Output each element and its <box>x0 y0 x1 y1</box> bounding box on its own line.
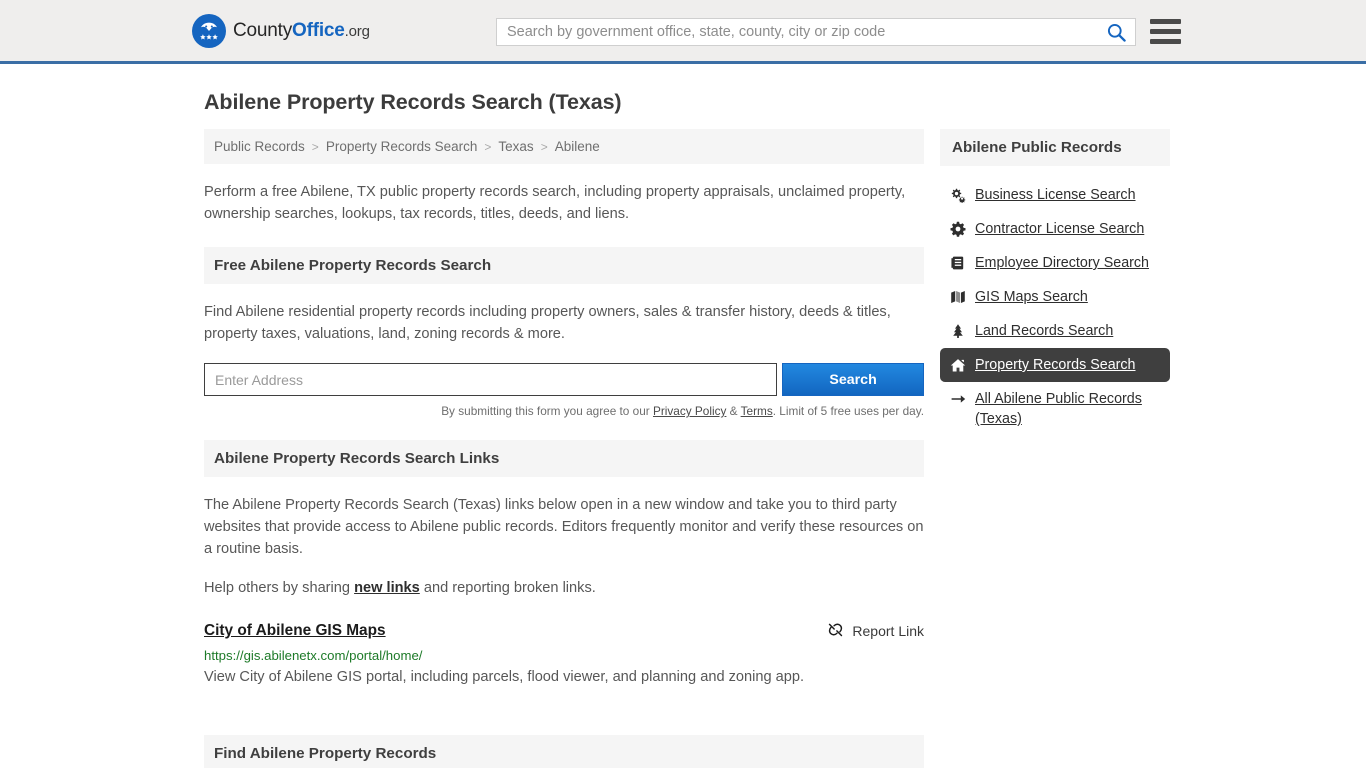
hamburger-bar <box>1150 39 1181 44</box>
help-suffix: and reporting broken links. <box>419 580 596 596</box>
site-logo[interactable]: CountyOffice.org <box>192 13 370 48</box>
home-icon <box>950 355 966 374</box>
link-result-url: https://gis.abilenetx.com/portal/home/ <box>204 648 423 663</box>
search-icon[interactable] <box>1107 23 1135 42</box>
help-prefix: Help others by sharing <box>204 580 355 596</box>
disclaimer-suffix: . Limit of 5 free uses per day. <box>772 404 924 418</box>
sidebar: Abilene Public Records Business License … <box>940 129 1170 436</box>
logo-text-org: .org <box>344 22 370 40</box>
content-columns: Public Records > Property Records Search… <box>204 129 1174 768</box>
sidebar-item-label: Business License Search <box>975 187 1136 203</box>
cogs-icon <box>950 185 966 203</box>
main-column: Public Records > Property Records Search… <box>204 129 924 768</box>
sidebar-item-label: Property Records Search <box>975 357 1136 373</box>
report-link-button[interactable]: Report Link <box>827 621 924 641</box>
disclaimer-amp: & <box>726 404 741 418</box>
hamburger-menu-icon[interactable] <box>1150 19 1181 44</box>
hamburger-bar <box>1150 29 1181 34</box>
breadcrumb-item-texas[interactable]: Texas <box>498 139 533 154</box>
breadcrumb-separator: > <box>484 139 492 154</box>
address-search-form: Search <box>204 363 924 396</box>
links-section-paragraph: The Abilene Property Records Search (Tex… <box>204 497 924 557</box>
privacy-policy-link[interactable]: Privacy Policy <box>653 404 726 418</box>
map-icon <box>950 287 966 305</box>
book-icon <box>950 253 966 271</box>
disclaimer-prefix: By submitting this form you agree to our <box>441 404 653 418</box>
address-input[interactable] <box>204 363 778 396</box>
sidebar-item-gis-maps-search[interactable]: GIS Maps Search <box>940 280 1170 314</box>
eagle-seal-icon <box>192 13 226 48</box>
sidebar-item-label: All Abilene Public Records (Texas) <box>975 391 1142 427</box>
sidebar-list: Business License Search Contractor Licen… <box>940 178 1170 436</box>
global-search-bar[interactable] <box>496 18 1136 46</box>
sidebar-item-all-abilene-public-records[interactable]: All Abilene Public Records (Texas) <box>940 382 1170 436</box>
broken-link-icon <box>827 621 844 641</box>
link-result-item: City of Abilene GIS Maps Report Link htt… <box>204 621 924 685</box>
sidebar-item-contractor-license-search[interactable]: Contractor License Search <box>940 212 1170 246</box>
report-link-label: Report Link <box>852 623 924 639</box>
global-search-input[interactable] <box>497 24 1107 40</box>
breadcrumb-separator: > <box>540 139 548 154</box>
tree-icon <box>950 321 966 339</box>
search-button[interactable]: Search <box>782 363 924 396</box>
free-search-heading: Free Abilene Property Records Search <box>204 247 924 284</box>
link-result-description: View City of Abilene GIS portal, includi… <box>204 669 805 685</box>
breadcrumb-item-abilene[interactable]: Abilene <box>555 139 600 154</box>
sidebar-item-business-license-search[interactable]: Business License Search <box>940 178 1170 212</box>
breadcrumb-item-public-records[interactable]: Public Records <box>214 139 305 154</box>
hamburger-bar <box>1150 19 1181 24</box>
help-share-line: Help others by sharing new links and rep… <box>204 577 924 599</box>
sidebar-item-land-records-search[interactable]: Land Records Search <box>940 314 1170 348</box>
logo-text: CountyOffice.org <box>233 20 370 42</box>
link-result-title[interactable]: City of Abilene GIS Maps <box>204 622 386 640</box>
new-links-link[interactable]: new links <box>354 580 420 596</box>
page-title: Abilene Property Records Search (Texas) <box>204 90 622 114</box>
breadcrumb-item-property-records-search[interactable]: Property Records Search <box>326 139 478 154</box>
breadcrumb-separator: > <box>311 139 319 154</box>
breadcrumb: Public Records > Property Records Search… <box>204 129 924 164</box>
sidebar-item-label: Employee Directory Search <box>975 255 1150 271</box>
sidebar-item-employee-directory-search[interactable]: Employee Directory Search <box>940 246 1170 280</box>
sidebar-item-label: GIS Maps Search <box>975 289 1088 305</box>
site-header: CountyOffice.org <box>0 0 1366 64</box>
links-section-heading: Abilene Property Records Search Links <box>204 440 924 477</box>
link-result-header: City of Abilene GIS Maps Report Link <box>204 621 924 641</box>
form-disclaimer: By submitting this form you agree to our… <box>204 404 924 418</box>
intro-paragraph: Perform a free Abilene, TX public proper… <box>204 184 906 222</box>
logo-text-office: Office <box>292 19 345 41</box>
cog-icon <box>950 219 966 237</box>
find-section-heading: Find Abilene Property Records <box>204 735 924 768</box>
terms-link[interactable]: Terms <box>741 404 773 418</box>
free-search-description: Find Abilene residential property record… <box>204 304 891 342</box>
sidebar-item-property-records-search[interactable]: Property Records Search <box>940 348 1170 382</box>
sidebar-item-label: Contractor License Search <box>975 221 1145 237</box>
sidebar-item-label: Land Records Search <box>975 323 1114 339</box>
sidebar-heading: Abilene Public Records <box>940 129 1170 166</box>
logo-text-county: County <box>233 19 293 41</box>
page-container: Abilene Property Records Search (Texas) … <box>0 90 1366 768</box>
arrow-right-icon <box>950 389 966 407</box>
